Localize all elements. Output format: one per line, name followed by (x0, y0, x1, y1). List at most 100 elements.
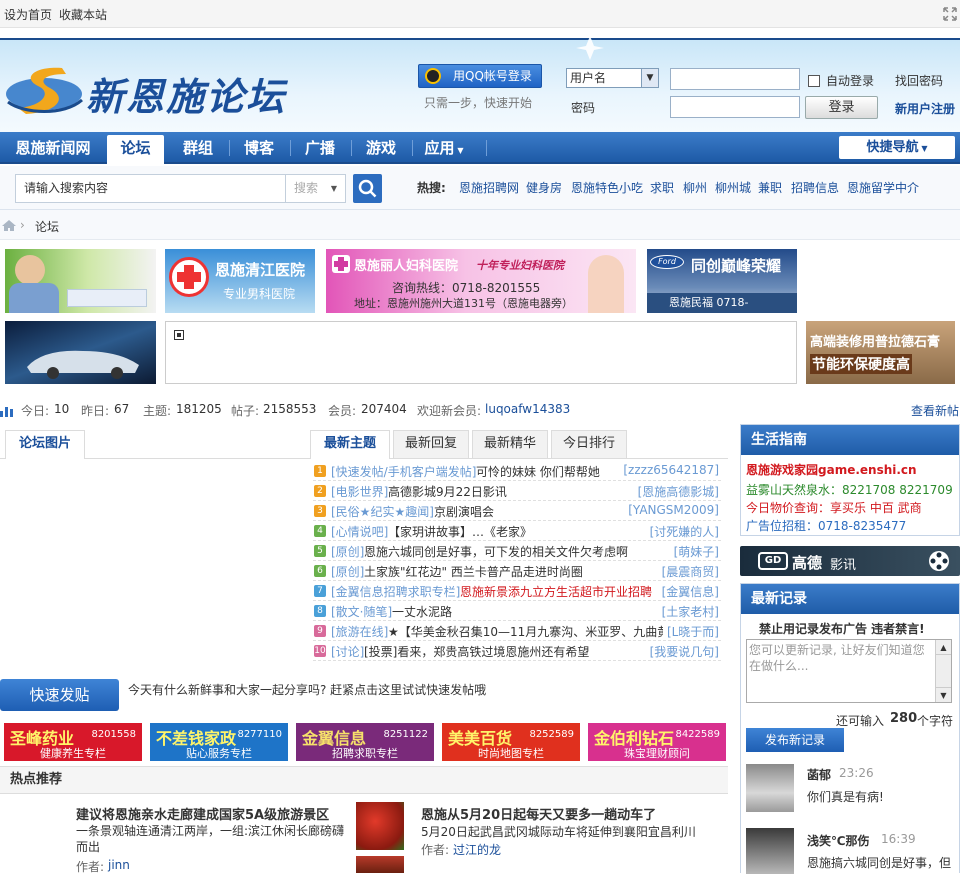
sponsor-banner[interactable]: 不差钱家政 8277110 贴心服务专栏 (150, 723, 288, 761)
avatar[interactable] (746, 828, 794, 874)
thread-title[interactable]: 一丈水泥路 (392, 603, 452, 620)
life-link[interactable]: 今日物价查询：享买乐 中百 武商 (746, 499, 922, 516)
sponsor-banner[interactable]: 金伯利钻石 8422589 珠宝理财顾问 (588, 723, 726, 761)
thread-row[interactable]: 9 [旅游在线] ★【华美金秋召集10—11月九寨沟、米亚罗、九曲黄 [L晓于而] (313, 621, 721, 641)
login-button[interactable]: 登录 (805, 96, 878, 119)
thread-author[interactable]: [YANGSM2009] (624, 503, 719, 517)
thread-row[interactable]: 2 [电影世界] 高德影城9月22日影讯 [恩施高德影城] (313, 481, 721, 501)
thread-title[interactable]: [投票]看来，郑贵高铁过境恩施州还有希望 (364, 643, 589, 660)
nav-item-news[interactable]: 恩施新闻网 (4, 132, 102, 164)
thread-title[interactable]: 高德影城9月22日影讯 (388, 483, 507, 500)
record-author[interactable]: 浅笑℃那伤 (807, 832, 870, 849)
set-homepage-link[interactable]: 设为首页 (4, 6, 52, 23)
thread-category[interactable]: [散文·随笔] (331, 603, 392, 620)
forum-logo[interactable]: 新恩施论坛 (4, 58, 304, 122)
thread-row[interactable]: 7 [金翼信息招聘求职专栏] 恩施新景添九立方生活超市开业招聘 [金翼信息] (313, 581, 721, 601)
thread-category[interactable]: [快速发帖/手机客户端发帖] (331, 463, 476, 480)
thread-category[interactable]: [民俗★纪实★趣闻] (331, 503, 434, 520)
hot-article-title-cut[interactable] (421, 864, 561, 873)
tab-today-ranking[interactable]: 今日排行 (551, 430, 627, 458)
hot-article-title[interactable]: 恩施从5月20日起每天又要多一趟动车了 (421, 804, 656, 823)
nav-item-apps[interactable]: 应用 ▼ (416, 132, 472, 164)
search-input[interactable]: 请输入搜索内容 (15, 174, 286, 203)
bookmark-link[interactable]: 收藏本站 (59, 6, 107, 23)
nav-item-forum[interactable]: 论坛 (107, 135, 164, 164)
ad-banner-ford[interactable]: Ford 同创巅峰荣耀 恩施民福 0718- 8428555 (647, 249, 797, 313)
sponsor-banner[interactable]: 美美百货 8252589 时尚地图专栏 (442, 723, 580, 761)
tab-latest-replies[interactable]: 最新回复 (393, 430, 469, 458)
thread-row[interactable]: 3 [民俗★纪实★趣闻] 京剧演唱会 [YANGSM2009] (313, 501, 721, 521)
hot-search-link[interactable]: 恩施留学中介 (847, 179, 919, 196)
nav-item-blog[interactable]: 博客 (231, 132, 287, 164)
tab-latest-threads[interactable]: 最新主题 (310, 430, 390, 459)
hot-search-link[interactable]: 招聘信息 (791, 179, 839, 196)
hot-search-link[interactable]: 求职 (650, 179, 674, 196)
tab-forum-pics[interactable]: 论坛图片 (5, 430, 85, 459)
thread-row[interactable]: 8 [散文·随笔] 一丈水泥路 [土家老村] (313, 601, 721, 621)
thread-title[interactable]: 【家玥讲故事】…《老家》 (388, 523, 532, 540)
quick-post-button[interactable]: 快速发贴 (0, 679, 119, 711)
scroll-down-icon[interactable]: ▼ (936, 687, 951, 702)
thread-author[interactable]: [萌妹子] (669, 543, 719, 560)
thread-author[interactable]: [土家老村] (657, 603, 719, 620)
thread-author[interactable]: [讨死嫌的人] (645, 523, 719, 540)
breadcrumb-current[interactable]: 论坛 (35, 218, 59, 235)
thread-title[interactable]: 可怜的妹妹 你们帮帮她 (476, 463, 600, 480)
hot-search-link[interactable]: 兼职 (758, 179, 782, 196)
search-button[interactable] (353, 174, 382, 203)
tab-latest-essence[interactable]: 最新精华 (472, 430, 548, 458)
thread-author[interactable]: [晨震商贸] (657, 563, 719, 580)
thread-title[interactable]: 恩施新景添九立方生活超市开业招聘 (460, 583, 652, 600)
login-type-select[interactable]: 用户名 ▼ (566, 68, 659, 88)
life-link[interactable]: 广告位招租：0718-8235477 (746, 517, 906, 534)
ad-banner-liren-hospital[interactable]: 恩施丽人妇科医院 十年专业妇科医院 咨询热线：0718-8201555 地址：恩… (326, 249, 636, 313)
thread-row[interactable]: 6 [原创] 土家族"红花边" 西兰卡普产品走进时尚圈 [晨震商贸] (313, 561, 721, 581)
hot-article-title[interactable]: 建议将恩施亲水走廊建成国家5A级旅游景区 (76, 804, 329, 823)
nav-item-games[interactable]: 游戏 (353, 132, 409, 164)
qq-login-button[interactable]: 用QQ帐号登录 (418, 64, 542, 88)
thread-row[interactable]: 1 [快速发帖/手机客户端发帖] 可怜的妹妹 你们帮帮她 [zzzz65642187] (313, 461, 721, 481)
new-member-link[interactable]: luqoafw14383 (485, 402, 570, 416)
quick-nav-button[interactable]: 快捷导航 ▼ (839, 136, 955, 159)
life-link[interactable]: 恩施游戏家园game.enshi.cn (746, 461, 917, 478)
record-author[interactable]: 菡郁 (807, 766, 831, 783)
nav-item-groups[interactable]: 群组 (170, 132, 226, 164)
username-input[interactable] (670, 68, 800, 90)
thread-author[interactable]: [zzzz65642187] (619, 463, 719, 477)
quick-post-prompt[interactable]: 今天有什么新鲜事和大家一起分享吗? 赶紧点击这里试试快速发帖哦 (128, 681, 486, 698)
view-new-posts-link[interactable]: 查看新帖 (911, 402, 959, 419)
thread-title[interactable]: 京剧演唱会 (434, 503, 494, 520)
hot-search-link[interactable]: 恩施招聘网 (459, 179, 519, 196)
hot-search-link[interactable]: 柳州 (683, 179, 707, 196)
auto-login-checkbox[interactable]: 自动登录 (808, 72, 874, 89)
hot-article-author[interactable]: 过江的龙 (453, 841, 501, 858)
ad-banner-car[interactable] (5, 321, 156, 384)
hot-article-author[interactable]: jinn (108, 858, 130, 872)
register-link[interactable]: 新用户注册 (895, 100, 955, 117)
thread-title[interactable]: 土家族"红花边" 西兰卡普产品走进时尚圈 (364, 563, 583, 580)
thread-author[interactable]: [L晓于而] (662, 623, 719, 640)
thread-title[interactable]: ★【华美金秋召集10—11月九寨沟、米亚罗、九曲黄 (388, 623, 669, 640)
avatar[interactable] (746, 764, 794, 812)
thread-row[interactable]: 4 [心情说吧] 【家玥讲故事】…《老家》 [讨死嫌的人] (313, 521, 721, 541)
thread-category[interactable]: [电影世界] (331, 483, 388, 500)
record-textarea[interactable]: 您可以更新记录, 让好友们知道您在做什么... ▲ ▼ (746, 639, 952, 703)
thread-category[interactable]: [原创] (331, 543, 364, 560)
hot-article-thumbnail[interactable] (356, 856, 404, 873)
hot-search-link[interactable]: 柳州城 (715, 179, 751, 196)
thread-author[interactable]: [我要说几句] (645, 643, 719, 660)
textarea-scrollbar[interactable]: ▲ ▼ (935, 640, 951, 702)
thread-author[interactable]: [恩施高德影城] (633, 483, 719, 500)
hot-search-link[interactable]: 健身房 (526, 179, 562, 196)
publish-record-button[interactable]: 发布新记录 (746, 728, 844, 752)
thread-category[interactable]: [原创] (331, 563, 364, 580)
sponsor-banner[interactable]: 圣峰药业 8201558 健康养生专栏 (4, 723, 142, 761)
nav-item-broadcast[interactable]: 广播 (292, 132, 348, 164)
ad-banner-qingjiang-hospital[interactable]: 恩施清江医院 专业男科医院 (165, 249, 315, 313)
sponsor-banner[interactable]: 金翼信息 8251122 招聘求职专栏 (296, 723, 434, 761)
thread-category[interactable]: [金翼信息招聘求职专栏] (331, 583, 460, 600)
fullscreen-icon[interactable] (943, 7, 957, 21)
life-link[interactable]: 益雾山天然泉水：8221708 8221709 (746, 481, 953, 498)
hot-article-thumbnail[interactable] (356, 802, 404, 850)
thread-category[interactable]: [讨论] (331, 643, 364, 660)
